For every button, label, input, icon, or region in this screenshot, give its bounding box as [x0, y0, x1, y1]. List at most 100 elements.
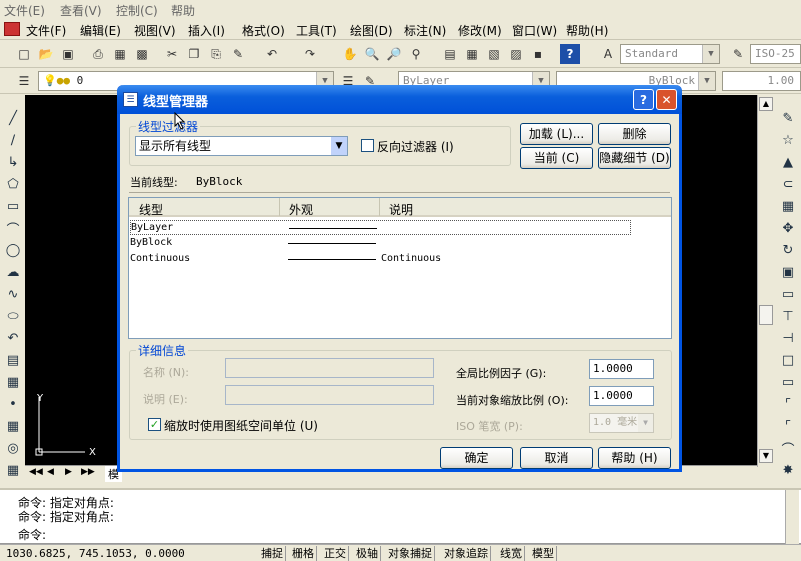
plot-preview-icon[interactable]: ▦ [110, 44, 130, 64]
extend-icon[interactable]: ⊣ [778, 328, 798, 348]
paste-icon[interactable]: ⎘ [206, 44, 226, 64]
properties-icon[interactable]: ▤ [440, 44, 460, 64]
chamfer-icon[interactable]: ⌜ [778, 416, 798, 436]
break-at-point-icon[interactable]: □ [778, 350, 798, 370]
table-row[interactable]: ByBlock [130, 236, 631, 251]
sheet-set-icon[interactable]: ▨ [506, 44, 526, 64]
offset-icon[interactable]: ⊂ [778, 174, 798, 194]
help-icon[interactable]: ? [560, 44, 580, 64]
trim-icon[interactable]: ⊤ [778, 306, 798, 326]
hide-details-button[interactable]: 隐藏细节 (D) [598, 147, 671, 169]
menu-item-window[interactable]: 窗口(W) [512, 22, 557, 39]
move-icon[interactable]: ✥ [778, 218, 798, 238]
menu-item-insert[interactable]: 插入(I) [188, 22, 225, 39]
filter-select[interactable]: 显示所有线型 ▼ [135, 136, 348, 156]
command-scrollbar[interactable] [785, 490, 799, 544]
dialog-title-bar[interactable]: ☰ 线型管理器 ? ✕ [117, 85, 682, 114]
menu-control[interactable]: 控制(C) [116, 2, 158, 19]
scroll-up-icon[interactable]: ▲ [759, 97, 773, 111]
menu-item-tools[interactable]: 工具(T) [296, 22, 337, 39]
help-button[interactable]: 帮助 (H) [598, 447, 671, 469]
copy-icon[interactable]: ❐ [184, 44, 204, 64]
cancel-button[interactable]: 取消 [520, 447, 593, 469]
break-icon[interactable]: ▭ [778, 372, 798, 392]
design-center-icon[interactable]: ▦ [462, 44, 482, 64]
column-header-linetype[interactable]: 线型 [139, 201, 163, 218]
first-tab-icon[interactable]: ◀◀ [29, 467, 43, 477]
menu-item-view[interactable]: 视图(V) [134, 22, 176, 39]
paper-space-checkbox[interactable]: ✓ [148, 418, 161, 431]
hatch-icon[interactable]: ▦ [3, 416, 23, 436]
scroll-down-icon[interactable]: ▼ [759, 449, 773, 463]
point-icon[interactable]: • [3, 394, 23, 414]
iso-pen-select[interactable]: 1.0 毫米 ▼ [589, 413, 654, 433]
cut-icon[interactable]: ✂ [162, 44, 182, 64]
polyline-icon[interactable]: ↳ [3, 152, 23, 172]
menu-item-format[interactable]: 格式(O) [242, 22, 285, 39]
rotate-icon[interactable]: ↻ [778, 240, 798, 260]
zoom-realtime-icon[interactable]: 🔍 [362, 44, 382, 64]
current-button[interactable]: 当前 (C) [520, 147, 593, 169]
explode-icon[interactable]: ✸ [778, 460, 798, 480]
prev-tab-icon[interactable]: ◀ [47, 467, 54, 477]
polygon-icon[interactable]: ⬠ [3, 174, 23, 194]
column-header-description[interactable]: 说明 [389, 201, 413, 218]
zoom-previous-icon[interactable]: ⚲ [406, 44, 426, 64]
markup-icon[interactable]: ▪ [528, 44, 548, 64]
join-icon[interactable]: ⌜ [778, 394, 798, 414]
new-file-icon[interactable]: □ [14, 44, 34, 64]
global-scale-input[interactable]: 1.0000 [589, 359, 654, 379]
menu-file[interactable]: 文件(E) [4, 2, 45, 19]
rectangle-icon[interactable]: ▭ [3, 196, 23, 216]
vertical-scrollbar[interactable]: ▲ ▼ [757, 95, 774, 467]
undo-icon[interactable]: ↶ [262, 44, 282, 64]
scroll-thumb[interactable] [759, 305, 773, 325]
open-file-icon[interactable]: 📂 [36, 44, 56, 64]
menu-help[interactable]: 帮助 [171, 2, 195, 19]
fillet-icon[interactable]: ⌒ [778, 438, 798, 458]
last-tab-icon[interactable]: ▶▶ [81, 467, 95, 477]
delete-button[interactable]: 删除 [598, 123, 671, 145]
menu-item-help[interactable]: 帮助(H) [566, 22, 608, 39]
region-icon[interactable]: ◎ [3, 438, 23, 458]
help-icon[interactable]: ? [633, 89, 654, 110]
otrack-toggle[interactable]: 对象追踪 [442, 546, 491, 561]
tool-palettes-icon[interactable]: ▧ [484, 44, 504, 64]
text-style-select[interactable]: Standard ▼ [620, 44, 720, 64]
ellipse-arc-icon[interactable]: ↶ [3, 328, 23, 348]
arc-icon[interactable]: ⌒ [3, 218, 23, 238]
menu-item-edit[interactable]: 编辑(E) [80, 22, 121, 39]
stretch-icon[interactable]: ▭ [778, 284, 798, 304]
osnap-toggle[interactable]: 对象捕捉 [386, 546, 435, 561]
menu-item-dimension[interactable]: 标注(N) [404, 22, 446, 39]
command-window[interactable]: 命令: 指定对角点: 命令: 指定对角点: 命令: [0, 488, 801, 544]
redo-icon[interactable]: ↷ [300, 44, 320, 64]
mirror-icon[interactable]: ▲ [778, 152, 798, 172]
invert-filter-checkbox[interactable] [361, 139, 374, 152]
menu-item-modify[interactable]: 修改(M) [458, 22, 502, 39]
table-row[interactable]: ByLayer [130, 220, 631, 235]
column-header-appearance[interactable]: 外观 [289, 201, 313, 218]
insert-block-icon[interactable]: ▤ [3, 350, 23, 370]
snap-toggle[interactable]: 捕捉 [259, 546, 286, 561]
circle-icon[interactable]: ◯ [3, 240, 23, 260]
copy-object-icon[interactable]: ☆ [778, 130, 798, 150]
dim-style-select[interactable]: ISO-25 [750, 44, 801, 64]
name-input[interactable] [225, 358, 434, 378]
publish-icon[interactable]: ▩ [132, 44, 152, 64]
description-input[interactable] [225, 385, 434, 405]
spline-icon[interactable]: ∿ [3, 284, 23, 304]
line-icon[interactable]: ╱ [3, 108, 23, 128]
scale-icon[interactable]: ▣ [778, 262, 798, 282]
match-properties-icon[interactable]: ✎ [228, 44, 248, 64]
array-icon[interactable]: ▦ [778, 196, 798, 216]
current-scale-input[interactable]: 1.0000 [589, 386, 654, 406]
erase-icon[interactable]: ✎ [778, 108, 798, 128]
ortho-toggle[interactable]: 正交 [322, 546, 349, 561]
linetype-list[interactable]: 线型 外观 说明 ByLayer ByBlock Continuous Cont… [128, 197, 672, 339]
construction-line-icon[interactable]: ∕ [3, 130, 23, 150]
print-icon[interactable]: ⎙ [88, 44, 108, 64]
load-button[interactable]: 加载 (L)... [520, 123, 593, 145]
lineweight-toggle[interactable]: 线宽 [498, 546, 525, 561]
model-toggle[interactable]: 模型 [530, 546, 557, 561]
